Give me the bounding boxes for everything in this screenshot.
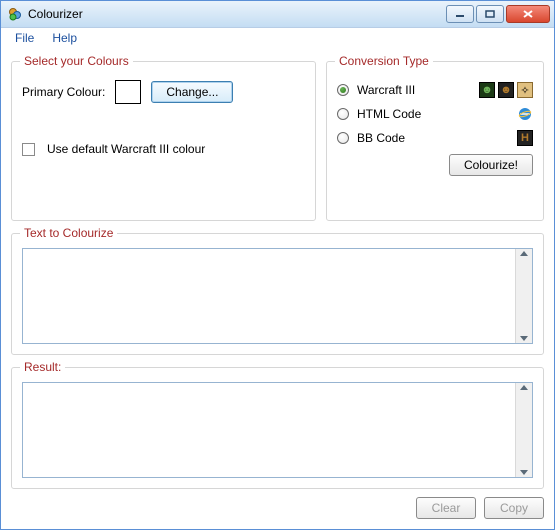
scroll-up-icon[interactable] xyxy=(520,251,528,256)
ie-icon xyxy=(517,106,533,122)
radio-bbcode[interactable] xyxy=(337,132,349,144)
window-controls xyxy=(446,5,550,23)
change-button[interactable]: Change... xyxy=(151,81,233,103)
orc-icon: ☻ xyxy=(479,82,495,98)
radio-label: Warcraft III xyxy=(357,83,471,97)
scrollbar[interactable] xyxy=(515,383,532,477)
radio-html[interactable] xyxy=(337,108,349,120)
default-colour-label: Use default Warcraft III colour xyxy=(47,142,205,156)
primary-colour-label: Primary Colour: xyxy=(22,85,105,99)
text-input[interactable] xyxy=(23,249,515,343)
result-output[interactable] xyxy=(23,383,515,477)
group-legend: Select your Colours xyxy=(20,54,133,68)
group-legend: Result: xyxy=(20,360,65,374)
menu-file[interactable]: File xyxy=(7,29,42,47)
group-text-to-colourize: Text to Colourize xyxy=(11,233,544,355)
copy-button[interactable]: Copy xyxy=(484,497,544,519)
creature-icon: ✧ xyxy=(517,82,533,98)
radio-label: BB Code xyxy=(357,131,509,145)
menu-help[interactable]: Help xyxy=(44,29,85,47)
minimize-button[interactable] xyxy=(446,5,474,23)
app-window: Colourizer File Help Select your Colours… xyxy=(0,0,555,530)
group-legend: Text to Colourize xyxy=(20,226,117,240)
menubar: File Help xyxy=(1,28,554,49)
default-colour-checkbox[interactable] xyxy=(22,143,35,156)
scroll-up-icon[interactable] xyxy=(520,385,528,390)
maximize-button[interactable] xyxy=(476,5,504,23)
group-result: Result: xyxy=(11,367,544,489)
scrollbar[interactable] xyxy=(515,249,532,343)
window-title: Colourizer xyxy=(28,7,446,21)
radio-warcraft3[interactable] xyxy=(337,84,349,96)
clear-button[interactable]: Clear xyxy=(416,497,476,519)
app-icon xyxy=(7,6,23,22)
titlebar: Colourizer xyxy=(1,1,554,28)
undead-icon: ☻ xyxy=(498,82,514,98)
close-button[interactable] xyxy=(506,5,550,23)
group-select-colours: Select your Colours Primary Colour: Chan… xyxy=(11,61,316,221)
primary-colour-swatch xyxy=(115,80,141,104)
colourize-button[interactable]: Colourize! xyxy=(449,154,533,176)
body: Select your Colours Primary Colour: Chan… xyxy=(1,49,554,529)
group-conversion-type: Conversion Type Warcraft III ☻ ☻ ✧ HTML … xyxy=(326,61,544,221)
hive-icon: H xyxy=(517,130,533,146)
scroll-down-icon[interactable] xyxy=(520,336,528,341)
scroll-down-icon[interactable] xyxy=(520,470,528,475)
radio-label: HTML Code xyxy=(357,107,509,121)
group-legend: Conversion Type xyxy=(335,54,433,68)
